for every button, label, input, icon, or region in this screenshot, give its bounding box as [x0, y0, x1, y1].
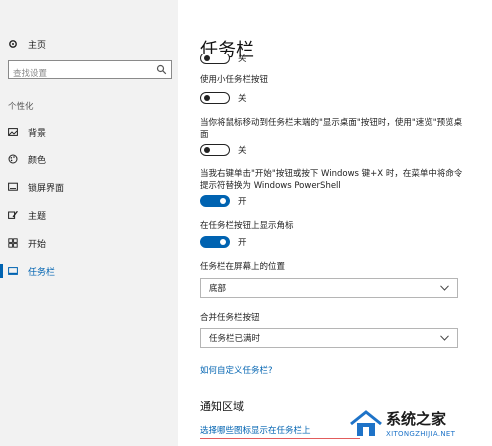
combine-buttons-dropdown[interactable]: 任务栏已满时	[200, 328, 458, 348]
badges-toggle[interactable]	[200, 236, 230, 248]
setting-toggle-row: 开	[200, 236, 247, 248]
setting-label: 在任务栏按钮上显示角标	[200, 221, 294, 231]
powershell-toggle[interactable]	[200, 195, 230, 207]
dropdown-value: 任务栏已满时	[209, 334, 261, 344]
sidebar-item-label: 主页	[28, 40, 47, 51]
toggle-state-text: 关	[238, 146, 247, 156]
toggle-state-text: 开	[238, 238, 247, 248]
setting-label: 当你将鼠标移动到任务栏末端的"显示桌面"按钮时，使用"速览"预览桌面	[200, 118, 463, 140]
sidebar-item-label: 颜色	[28, 155, 47, 166]
search-input-wrapper[interactable]	[8, 60, 172, 83]
house-logo-icon	[350, 410, 382, 436]
toggle-state-text: 关	[238, 94, 247, 104]
sidebar: 主页 个性化 背景 颜色 锁屏界面 主题 开始	[0, 0, 178, 446]
section-label: 个性化	[8, 102, 34, 112]
theme-icon	[8, 210, 18, 220]
customize-taskbar-link[interactable]: 如何自定义任务栏?	[200, 364, 273, 376]
small-taskbar-buttons-toggle[interactable]	[200, 92, 230, 104]
toggle-state-text: 关	[238, 54, 247, 64]
watermark-subtext: XITONGZHIJIA.NET	[386, 430, 456, 438]
chevron-down-icon	[440, 285, 449, 291]
peek-desktop-toggle[interactable]	[200, 144, 230, 156]
watermark-text: 系统之家	[386, 410, 447, 428]
setting-label: 使用小任务栏按钮	[200, 75, 269, 85]
taskbar-position-dropdown[interactable]: 底部	[200, 278, 458, 298]
sidebar-item-label: 任务栏	[28, 267, 56, 278]
toggle-state-text: 开	[238, 197, 247, 207]
main-panel: 任务栏 关 使用小任务栏按钮 关 当你将鼠标移动到任务栏末端的"显示桌面"按钮时…	[178, 0, 492, 446]
dropdown-label: 任务栏在屏幕上的位置	[200, 262, 286, 272]
partial-toggle-row: 关	[200, 54, 247, 64]
setting-toggle-row: 关	[200, 144, 247, 156]
gear-icon	[8, 39, 18, 49]
lock-screen-icon	[8, 182, 18, 192]
partial-toggle[interactable]	[200, 54, 230, 64]
dropdown-label: 合并任务栏按钮	[200, 313, 260, 323]
notification-icons-link[interactable]: 选择哪些图标显示在任务栏上	[200, 424, 311, 436]
taskbar-icon	[8, 266, 18, 276]
setting-toggle-row: 关	[200, 92, 247, 104]
start-icon	[8, 238, 18, 248]
search-input[interactable]	[9, 65, 157, 83]
chevron-down-icon	[440, 335, 449, 341]
sidebar-item-background[interactable]: 背景	[0, 122, 178, 142]
sidebar-item-themes[interactable]: 主题	[0, 205, 178, 225]
search-icon[interactable]	[156, 64, 167, 75]
setting-label: 当我右键单击"开始"按钮或按下 Windows 键+X 时，在菜单中将命令提示符…	[200, 169, 463, 191]
link-underline-highlight	[200, 438, 360, 439]
notification-area-heading: 通知区域	[200, 400, 244, 413]
sidebar-item-taskbar[interactable]: 任务栏	[0, 261, 178, 281]
sidebar-item-home[interactable]: 主页	[0, 34, 178, 54]
sidebar-item-label: 锁屏界面	[28, 183, 65, 194]
image-icon	[8, 127, 18, 137]
sidebar-item-colors[interactable]: 颜色	[0, 149, 178, 169]
sidebar-item-start[interactable]: 开始	[0, 233, 178, 253]
sidebar-item-lock-screen[interactable]: 锁屏界面	[0, 177, 178, 197]
sidebar-item-label: 主题	[28, 211, 47, 222]
palette-icon	[8, 154, 18, 164]
sidebar-item-label: 背景	[28, 128, 47, 139]
setting-toggle-row: 开	[200, 195, 247, 207]
watermark: 系统之家 XITONGZHIJIA.NET	[348, 404, 488, 444]
sidebar-item-label: 开始	[28, 239, 47, 250]
dropdown-value: 底部	[209, 284, 227, 294]
